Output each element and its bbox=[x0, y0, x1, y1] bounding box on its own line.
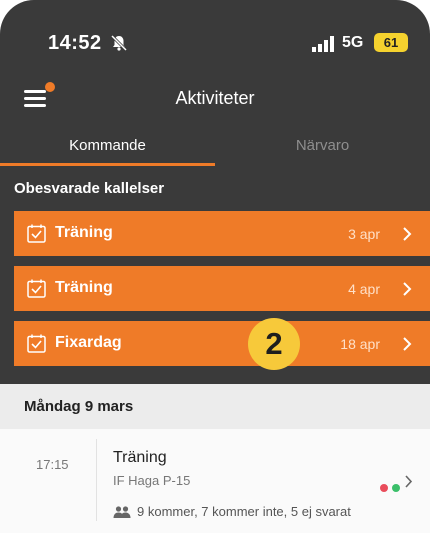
tab-bar: Kommande Närvaro bbox=[0, 126, 430, 166]
status-dots bbox=[380, 479, 404, 497]
divider bbox=[96, 439, 97, 521]
status-dot-red bbox=[380, 484, 388, 492]
item-label: Träning bbox=[55, 224, 113, 241]
item-date: 4 apr bbox=[348, 281, 380, 297]
annotation-badge: 2 bbox=[248, 318, 300, 370]
app-screen: 14:52 5G 61 Aktiviteter Kommande Närvaro bbox=[0, 0, 430, 533]
chevron-right-icon bbox=[403, 337, 412, 351]
chevron-right-icon bbox=[403, 227, 412, 241]
event-time: 17:15 bbox=[36, 457, 69, 472]
item-label: Fixardag bbox=[55, 334, 122, 351]
battery-level: 61 bbox=[383, 35, 399, 50]
chevron-right-icon bbox=[405, 475, 413, 488]
chevron-right-icon bbox=[403, 282, 412, 296]
bell-muted-icon bbox=[110, 34, 128, 52]
calendar-check-icon bbox=[27, 224, 46, 243]
status-time: 14:52 bbox=[48, 32, 102, 54]
event-title: Träning bbox=[113, 449, 167, 466]
attendance-counts: 9 kommer, 7 kommer inte, 5 ej svarat bbox=[137, 504, 351, 519]
network-type: 5G bbox=[342, 34, 364, 51]
unanswered-list: Träning 3 apr Träning 4 apr Fixardag 18 … bbox=[14, 211, 430, 376]
status-dot-green bbox=[392, 484, 400, 492]
unanswered-heading: Obesvarade kallelser bbox=[14, 180, 165, 197]
page-title: Aktiviteter bbox=[175, 88, 255, 108]
battery-indicator: 61 bbox=[374, 33, 408, 52]
signal-icon bbox=[312, 36, 334, 52]
tab-kommande[interactable]: Kommande bbox=[0, 126, 215, 166]
app-header: Aktiviteter bbox=[0, 80, 430, 122]
unanswered-item[interactable]: Träning 3 apr bbox=[14, 211, 430, 256]
event-team: IF Haga P-15 bbox=[113, 473, 191, 488]
day-header: Måndag 9 mars bbox=[0, 384, 430, 429]
tab-narvaro[interactable]: Närvaro bbox=[215, 126, 430, 166]
item-label: Träning bbox=[55, 279, 113, 296]
item-date: 3 apr bbox=[348, 226, 380, 242]
people-icon bbox=[113, 506, 131, 518]
day-heading: Måndag 9 mars bbox=[24, 398, 134, 415]
item-date: 18 apr bbox=[340, 336, 380, 352]
calendar-check-icon bbox=[27, 334, 46, 353]
status-bar: 14:52 5G 61 bbox=[0, 0, 430, 80]
event-row[interactable]: 17:15 Träning IF Haga P-15 9 kommer, 7 k… bbox=[0, 429, 430, 533]
unanswered-item[interactable]: Fixardag 18 apr bbox=[14, 321, 430, 366]
calendar-check-icon bbox=[27, 279, 46, 298]
unanswered-item[interactable]: Träning 4 apr bbox=[14, 266, 430, 311]
